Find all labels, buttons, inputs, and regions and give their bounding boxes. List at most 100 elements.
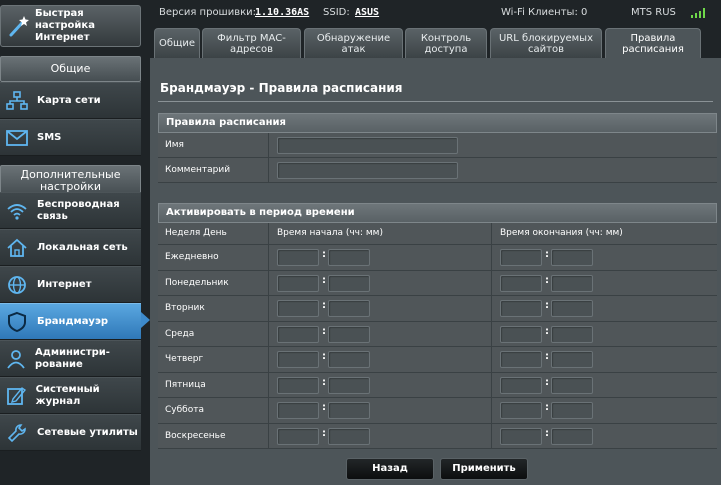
end-minute-input[interactable] — [551, 300, 593, 317]
end-hour-input[interactable] — [500, 249, 542, 266]
time-separator: : — [545, 274, 549, 286]
day-label: Понедельник — [158, 270, 269, 295]
quick-setup-button[interactable]: Быстрая настройка Интернет — [0, 5, 141, 47]
magic-wand-icon — [7, 12, 31, 40]
end-hour-input[interactable] — [500, 351, 542, 368]
home-icon — [6, 237, 28, 259]
user-icon — [6, 348, 26, 370]
end-minute-input[interactable] — [551, 402, 593, 419]
start-hour-input[interactable] — [277, 376, 319, 394]
day-row: Вторник:: — [158, 296, 717, 322]
firmware-version-link[interactable]: 1.10.36AS — [255, 7, 309, 18]
sidebar-item-administration[interactable]: Администри-рование — [0, 340, 141, 377]
sidebar-item-label: Интернет — [37, 278, 92, 290]
start-hour-input[interactable] — [277, 274, 319, 292]
end-hour-input[interactable] — [500, 325, 542, 343]
tab-dos-protection[interactable]: Обнаружение атак — [304, 28, 403, 58]
time-separator: : — [322, 300, 326, 311]
sidebar-item-network-map[interactable]: Карта сети — [0, 82, 141, 119]
sidebar-item-lan[interactable]: Локальная сеть — [0, 229, 141, 266]
ssid-link[interactable]: ASUS — [355, 7, 379, 18]
start-minute-input[interactable] — [328, 249, 370, 266]
sidebar-item-label: Системный журнал — [35, 383, 100, 407]
envelope-icon — [6, 127, 28, 149]
sidebar-item-label: Беспроводная связь — [37, 198, 120, 222]
start-hour-input[interactable] — [277, 300, 319, 317]
time-separator: : — [322, 274, 326, 286]
time-separator: : — [545, 427, 549, 439]
start-hour-input[interactable] — [277, 325, 319, 343]
apply-button[interactable]: Применить — [440, 458, 528, 480]
end-hour-input[interactable] — [500, 300, 542, 317]
day-label: Ежедневно — [158, 245, 269, 270]
end-minute-input[interactable] — [551, 351, 593, 368]
time-separator: : — [322, 402, 326, 413]
end-hour-input[interactable] — [500, 402, 542, 419]
wifi-clients-status: Wi-Fi Клиенты: 0 — [501, 7, 588, 18]
time-period-header: Активировать в период времени — [158, 203, 717, 223]
ssid-label: SSID: — [323, 7, 350, 18]
end-minute-input[interactable] — [551, 249, 593, 266]
end-minute-input[interactable] — [551, 427, 593, 445]
end-hour-input[interactable] — [500, 274, 542, 292]
end-hour-input[interactable] — [500, 376, 542, 394]
name-input[interactable] — [277, 137, 458, 154]
start-minute-input[interactable] — [328, 325, 370, 343]
day-row: Суббота:: — [158, 398, 717, 424]
sidebar-item-label: SMS — [37, 131, 62, 143]
tab-general[interactable]: Общие — [154, 28, 200, 58]
sidebar-item-label: Карта сети — [37, 94, 101, 106]
end-hour-input[interactable] — [500, 427, 542, 445]
tab-access-control[interactable]: Контроль доступа — [405, 28, 487, 58]
sidebar-item-label: Администри-рование — [35, 346, 110, 370]
tab-url-filter[interactable]: URL блокируемых сайтов — [490, 28, 602, 58]
status-bar: Версия прошивки: 1.10.36AS SSID: ASUS Wi… — [150, 0, 721, 26]
sidebar-item-internet[interactable]: Интернет — [0, 266, 141, 303]
start-hour-input[interactable] — [277, 427, 319, 445]
sidebar-item-network-tools[interactable]: Сетевые утилиты — [0, 414, 141, 451]
tab-schedule-rules[interactable]: Правила расписания — [605, 28, 701, 58]
start-minute-input[interactable] — [328, 402, 370, 419]
day-label: Пятница — [158, 372, 269, 397]
start-hour-input[interactable] — [277, 249, 319, 266]
time-separator: : — [322, 427, 326, 439]
day-label: Вторник — [158, 296, 269, 321]
start-minute-input[interactable] — [328, 300, 370, 317]
signal-strength-icon — [690, 8, 708, 21]
comment-row: Комментарий — [158, 158, 717, 183]
time-separator: : — [322, 351, 326, 362]
name-label: Имя — [158, 133, 269, 157]
time-separator: : — [545, 376, 549, 388]
start-minute-input[interactable] — [328, 351, 370, 368]
day-row: Четверг:: — [158, 347, 717, 373]
start-minute-input[interactable] — [328, 274, 370, 292]
time-separator: : — [545, 402, 549, 413]
time-separator: : — [322, 325, 326, 337]
tab-mac-filter[interactable]: Фильтр MAC-адресов — [202, 28, 301, 58]
sidebar-item-wireless[interactable]: Беспроводная связь — [0, 192, 141, 229]
start-hour-input[interactable] — [277, 351, 319, 368]
sidebar-item-sms[interactable]: SMS — [0, 119, 141, 156]
end-minute-input[interactable] — [551, 325, 593, 343]
time-separator: : — [322, 376, 326, 388]
start-minute-input[interactable] — [328, 427, 370, 445]
day-row: Среда:: — [158, 321, 717, 347]
back-button[interactable]: Назад — [346, 458, 434, 480]
sidebar-item-label: Сетевые утилиты — [37, 426, 138, 438]
day-row: Понедельник:: — [158, 270, 717, 296]
sidebar-item-firewall[interactable]: Брандмауэр — [0, 303, 141, 340]
operator-name: MTS RUS — [631, 7, 676, 18]
end-minute-input[interactable] — [551, 376, 593, 394]
general-section-header: Общие — [0, 56, 141, 82]
end-minute-input[interactable] — [551, 274, 593, 292]
time-separator: : — [545, 249, 549, 260]
title-divider — [158, 101, 713, 102]
start-hour-input[interactable] — [277, 402, 319, 419]
time-separator: : — [322, 249, 326, 260]
start-minute-input[interactable] — [328, 376, 370, 394]
advanced-section-header: Дополнительные настройки — [0, 165, 141, 195]
main-panel: Брандмауэр - Правила расписания Правила … — [150, 58, 721, 485]
active-nav-arrow — [141, 312, 150, 328]
comment-input[interactable] — [277, 162, 458, 179]
sidebar-item-system-log[interactable]: Системный журнал — [0, 377, 141, 414]
